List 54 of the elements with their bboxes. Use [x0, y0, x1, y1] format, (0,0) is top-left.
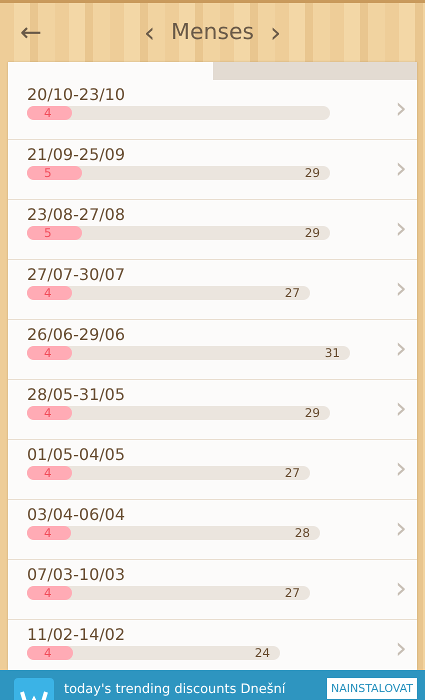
period-length: 4	[44, 526, 52, 540]
period-length: 4	[44, 646, 52, 660]
cycle-row[interactable]: 26/06-29/06 4 31 ›	[8, 320, 417, 380]
cycle-length: 27	[284, 586, 300, 600]
cycle-length: 27	[284, 466, 300, 480]
chevron-icon: ›	[395, 94, 407, 124]
period-length: 5	[44, 226, 52, 240]
next-button[interactable]: ›	[264, 18, 288, 46]
period-length: 4	[44, 466, 52, 480]
period-length: 4	[44, 106, 52, 120]
previous-button[interactable]: ‹	[138, 18, 162, 46]
cycle-row[interactable]: 21/09-25/09 5 29 ›	[8, 140, 417, 200]
cycle-length: 29	[304, 406, 320, 420]
date-range: 11/02-14/02	[27, 625, 126, 644]
page-title: Menses	[171, 20, 254, 45]
period-length: 4	[44, 406, 52, 420]
date-range: 01/05-04/05	[27, 445, 126, 464]
ad-text: today's trending discounts Dnešní	[64, 682, 286, 697]
date-range: 07/03-10/03	[27, 565, 126, 584]
date-range: 27/07-30/07	[27, 265, 126, 284]
period-length: 5	[44, 166, 52, 180]
cycle-row[interactable]: 27/07-30/07 4 27 ›	[8, 260, 417, 320]
chevron-icon: ›	[395, 334, 407, 364]
chevron-icon: ›	[395, 154, 407, 184]
chevron-icon: ›	[395, 574, 407, 604]
cycle-row[interactable]: 28/05-31/05 4 29 ›	[8, 380, 417, 440]
date-range: 28/05-31/05	[27, 385, 126, 404]
period-length: 4	[44, 286, 52, 300]
date-range: 23/08-27/08	[27, 205, 126, 224]
period-length: 4	[44, 346, 52, 360]
cycle-length: 29	[304, 226, 320, 240]
cycle-row[interactable]: 03/04-06/04 4 28 ›	[8, 500, 417, 560]
chevron-icon: ›	[395, 514, 407, 544]
chevron-icon: ›	[395, 454, 407, 484]
cycle-length: 28	[294, 526, 310, 540]
cycle-length: 24	[254, 646, 270, 660]
date-range: 03/04-06/04	[27, 505, 126, 524]
cycle-row[interactable]: 11/02-14/02 4 24 ›	[8, 620, 417, 670]
chevron-icon: ›	[395, 214, 407, 244]
date-range: 26/06-29/06	[27, 325, 126, 344]
date-range: 21/09-25/09	[27, 145, 126, 164]
cycle-row[interactable]: 07/03-10/03 4 27 ›	[8, 560, 417, 620]
back-button[interactable]: ←	[14, 20, 48, 46]
cycle-row[interactable]: 23/08-27/08 5 29 ›	[8, 200, 417, 260]
chevron-icon: ›	[395, 274, 407, 304]
chevron-icon: ›	[395, 394, 407, 424]
cycle-row[interactable]: 01/05-04/05 4 27 ›	[8, 440, 417, 500]
cycle-length: 27	[284, 286, 300, 300]
cycle-length: 29	[304, 166, 320, 180]
cycle-row[interactable]: 20/10-23/10 4 ›	[8, 80, 417, 140]
period-length: 4	[44, 586, 52, 600]
chevron-icon: ›	[395, 634, 407, 664]
date-range: 20/10-23/10	[27, 85, 126, 104]
cycle-length: 31	[324, 346, 340, 360]
